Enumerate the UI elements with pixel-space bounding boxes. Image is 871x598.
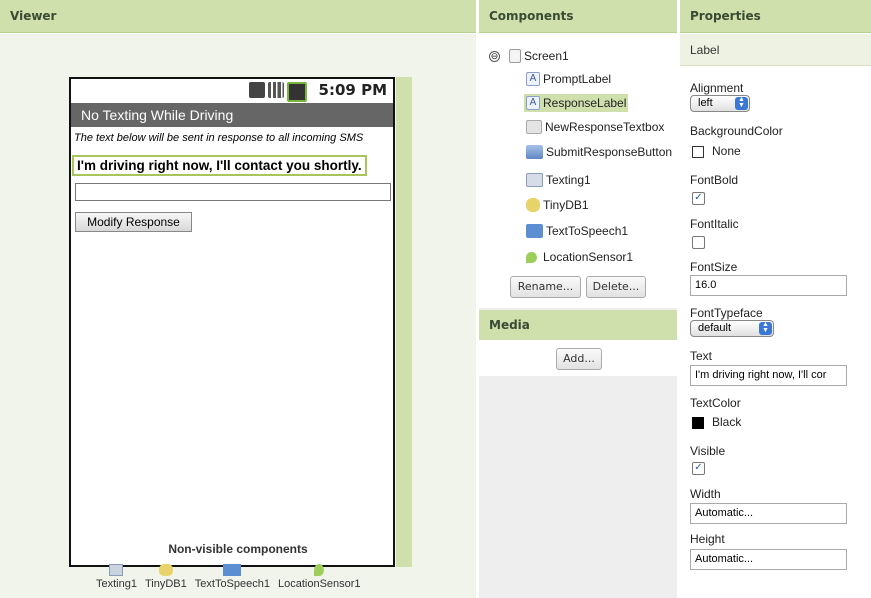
- new-response-textbox[interactable]: [75, 183, 391, 201]
- fonttypeface-value: default: [698, 322, 732, 334]
- components-panel: ⊖ Screen1 A PromptLabel A ResponseLabel …: [479, 34, 677, 598]
- prompt-label[interactable]: The text below will be sent in response …: [74, 132, 363, 144]
- phone-scrollbar[interactable]: [396, 77, 412, 567]
- fonttypeface-select[interactable]: default ▲ ▼: [690, 320, 774, 337]
- status-bar: 5:09 PM: [71, 79, 393, 103]
- nonvisible-list: Texting1 TinyDB1 TextToSpeech1 LocationS…: [96, 564, 361, 590]
- width-input[interactable]: Automatic...: [690, 503, 847, 524]
- tree-item-promptlabel[interactable]: A PromptLabel: [526, 72, 611, 86]
- height-label: Height: [690, 532, 725, 546]
- alignment-label: Alignment: [690, 81, 744, 95]
- status-time: 5:09 PM: [318, 81, 387, 99]
- textcolor-value[interactable]: Black: [712, 415, 741, 429]
- tree-label: NewResponseTextbox: [545, 120, 665, 134]
- delete-button[interactable]: Delete...: [586, 276, 646, 298]
- tree-item-responselabel[interactable]: A ResponseLabel: [524, 94, 629, 112]
- alignment-value: left: [698, 97, 713, 109]
- alignment-select[interactable]: left ▲ ▼: [690, 95, 750, 112]
- tree-item-texting1[interactable]: Texting1: [526, 173, 591, 187]
- select-arrow-icon: ▲ ▼: [735, 96, 748, 110]
- nonvisible-label: TinyDB1: [144, 578, 187, 590]
- tree-label: Screen1: [524, 49, 569, 63]
- tree-item-locationsensor1[interactable]: LocationSensor1: [526, 250, 633, 264]
- tree-item-newresponsetextbox[interactable]: NewResponseTextbox: [526, 120, 664, 134]
- visible-checkbox[interactable]: ✓: [692, 462, 705, 475]
- texting-icon: [109, 564, 124, 576]
- tree-label: Texting1: [546, 173, 591, 187]
- width-label: Width: [690, 487, 721, 501]
- text-label: Text: [690, 349, 713, 363]
- fontsize-input[interactable]: 16.0: [690, 275, 847, 296]
- tree-label: PromptLabel: [543, 72, 612, 86]
- fontsize-label: FontSize: [690, 260, 738, 274]
- media-panel: Add...: [479, 340, 677, 376]
- textcolor-label: TextColor: [690, 396, 741, 410]
- nonvisible-label: TextToSpeech1: [194, 578, 270, 590]
- tree-item-screen1[interactable]: ⊖ Screen1: [489, 49, 569, 63]
- visible-label: Visible: [690, 444, 726, 458]
- nonvisible-label: LocationSensor1: [277, 578, 361, 590]
- screen-icon: [509, 49, 521, 63]
- backgroundcolor-swatch[interactable]: [692, 146, 704, 158]
- tree-item-tinydb1[interactable]: TinyDB1: [526, 198, 589, 212]
- speech-icon: [526, 224, 543, 238]
- tree-label: SubmitResponseButton: [546, 145, 673, 159]
- add-media-button[interactable]: Add...: [556, 348, 602, 370]
- fontbold-label: FontBold: [690, 173, 739, 187]
- label-icon: A: [526, 96, 540, 110]
- location-icon: [526, 251, 537, 263]
- rename-button[interactable]: Rename...: [510, 276, 581, 298]
- backgroundcolor-value[interactable]: None: [712, 144, 741, 158]
- nonvisible-item[interactable]: LocationSensor1: [278, 564, 361, 590]
- viewer-header: Viewer: [0, 0, 476, 33]
- phone-preview[interactable]: 5:09 PM No Texting While Driving The tex…: [69, 77, 395, 567]
- properties-panel: Label Alignment left ▲ ▼ BackgroundColor …: [680, 34, 871, 598]
- tree-item-texttospeech1[interactable]: TextToSpeech1: [526, 224, 628, 238]
- app-title-bar: No Texting While Driving: [71, 103, 393, 127]
- properties-header: Properties: [680, 0, 871, 33]
- nonvisible-item[interactable]: TinyDB1: [145, 564, 187, 590]
- height-input[interactable]: Automatic...: [690, 549, 847, 570]
- battery-icon: [287, 82, 307, 102]
- fontitalic-label: FontItalic: [690, 217, 739, 231]
- textbox-icon: [526, 120, 542, 134]
- select-arrow-icon: ▲ ▼: [759, 321, 772, 335]
- components-tree: ⊖ Screen1 A PromptLabel A ResponseLabel …: [479, 34, 677, 308]
- components-header: Components: [479, 0, 677, 33]
- tree-label: TinyDB1: [543, 198, 589, 212]
- textcolor-swatch[interactable]: [692, 417, 704, 429]
- selected-component-type: Label: [680, 34, 871, 66]
- tree-item-submitresponsebutton[interactable]: SubmitResponseButton: [526, 145, 672, 159]
- fontitalic-checkbox[interactable]: [692, 236, 705, 249]
- viewer-panel: 5:09 PM No Texting While Driving The tex…: [0, 34, 476, 598]
- button-icon: [526, 145, 543, 159]
- signal-bars-icon: [268, 82, 284, 98]
- nonvisible-label: Texting1: [96, 578, 137, 590]
- texting-icon: [526, 173, 543, 187]
- backgroundcolor-label: BackgroundColor: [690, 124, 783, 138]
- media-header: Media: [479, 310, 677, 340]
- signal-g-icon: [249, 82, 265, 98]
- tree-label: ResponseLabel: [543, 96, 627, 110]
- fontbold-checkbox[interactable]: ✓: [692, 192, 705, 205]
- nonvisible-title: Non-visible components: [168, 542, 308, 556]
- location-icon: [314, 564, 325, 576]
- fonttypeface-label: FontTypeface: [690, 306, 763, 320]
- nonvisible-item[interactable]: Texting1: [96, 564, 137, 590]
- modify-response-button[interactable]: Modify Response: [75, 212, 192, 232]
- label-icon: A: [526, 72, 540, 86]
- tinydb-icon: [158, 564, 173, 576]
- tree-label: TextToSpeech1: [546, 224, 629, 238]
- tinydb-icon: [526, 198, 540, 212]
- speech-icon: [223, 564, 242, 576]
- collapse-icon[interactable]: ⊖: [489, 50, 500, 62]
- response-label[interactable]: I'm driving right now, I'll contact you …: [72, 155, 367, 176]
- nonvisible-item[interactable]: TextToSpeech1: [195, 564, 270, 590]
- text-input[interactable]: I'm driving right now, I'll cor: [690, 365, 847, 386]
- tree-label: LocationSensor1: [543, 250, 634, 264]
